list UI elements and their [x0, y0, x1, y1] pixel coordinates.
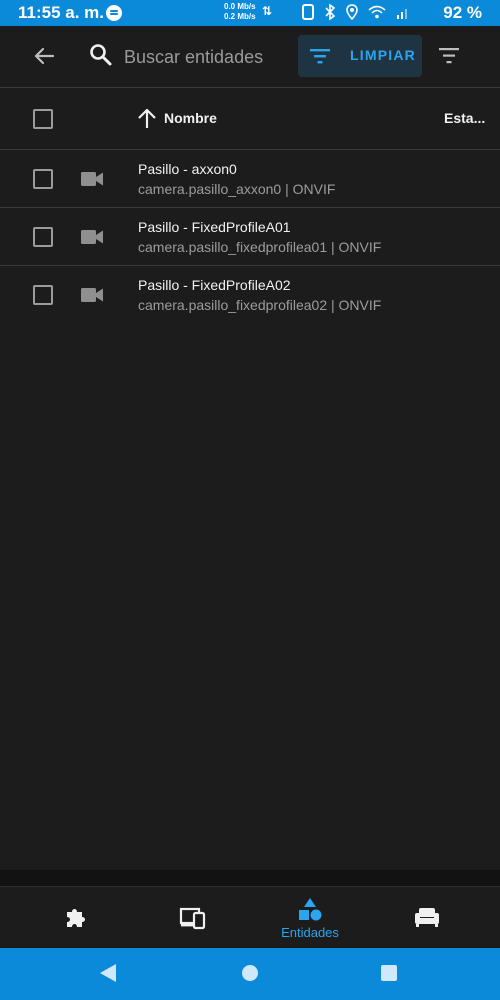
row-checkbox[interactable] — [33, 285, 53, 305]
puzzle-icon — [67, 909, 85, 927]
column-header-state[interactable]: Esta... — [444, 110, 485, 126]
panel-bottom-edge — [0, 870, 500, 886]
camera-icon — [81, 288, 103, 302]
wifi-icon — [368, 5, 386, 19]
camera-icon — [81, 230, 103, 244]
entity-id: camera.pasillo_fixedprofilea01 | ONVIF — [138, 239, 382, 255]
network-speed-up: 0.2 Mb/s — [224, 12, 256, 21]
battery-level: 92 % — [443, 3, 482, 22]
status-bar: 11:55 a. m. 0.0 Mb/s 0.2 Mb/s ⇅ 92 % — [0, 0, 500, 26]
clear-filters-button[interactable]: LIMPIAR — [298, 35, 422, 77]
search-icon — [90, 44, 112, 66]
network-speed-down: 0.0 Mb/s — [224, 2, 256, 11]
system-home-icon[interactable] — [242, 965, 258, 981]
filter-icon — [310, 49, 330, 64]
top-toolbar: LIMPIAR — [0, 26, 500, 86]
sofa-icon — [415, 908, 439, 927]
clear-filters-label: LIMPIAR — [350, 47, 416, 63]
sort-ascending-icon[interactable] — [136, 108, 158, 130]
nav-label-entities: Entidades — [281, 925, 339, 940]
nav-item-devices[interactable] — [152, 887, 232, 949]
network-speed: 0.0 Mb/s 0.2 Mb/s — [224, 2, 256, 22]
entity-name: Pasillo - FixedProfileA02 — [138, 277, 291, 293]
table-header: Nombre Esta... — [0, 88, 500, 149]
table-row[interactable]: Pasillo - FixedProfileA01 camera.pasillo… — [0, 208, 500, 266]
table-row[interactable]: Pasillo - FixedProfileA02 camera.pasillo… — [0, 266, 500, 324]
search-input[interactable] — [122, 42, 286, 72]
nav-item-integrations[interactable] — [36, 887, 116, 949]
column-header-name[interactable]: Nombre — [164, 110, 217, 126]
spotify-icon — [106, 5, 122, 21]
row-checkbox[interactable] — [33, 227, 53, 247]
entity-id: camera.pasillo_fixedprofilea02 | ONVIF — [138, 297, 382, 313]
data-transfer-icon: ⇅ — [262, 4, 273, 18]
nav-item-entities[interactable]: Entidades — [270, 887, 350, 949]
status-time: 11:55 a. m. — [18, 3, 105, 22]
nav-item-areas[interactable] — [386, 887, 466, 949]
status-icons — [302, 4, 410, 20]
signal-icon — [397, 9, 407, 19]
shapes-icon — [299, 898, 322, 921]
location-icon — [346, 4, 358, 20]
filter-icon[interactable] — [436, 43, 462, 69]
devices-icon — [179, 907, 206, 930]
select-all-checkbox[interactable] — [33, 109, 53, 129]
table-row[interactable]: Pasillo - axxon0 camera.pasillo_axxon0 |… — [0, 150, 500, 208]
phone-vibrate-icon — [302, 4, 314, 20]
camera-icon — [81, 172, 103, 186]
row-checkbox[interactable] — [33, 169, 53, 189]
entity-id: camera.pasillo_axxon0 | ONVIF — [138, 181, 336, 197]
entity-name: Pasillo - axxon0 — [138, 161, 237, 177]
system-navigation-bar — [0, 948, 500, 1000]
bluetooth-icon — [325, 4, 336, 20]
entity-name: Pasillo - FixedProfileA01 — [138, 219, 291, 235]
bottom-navigation: Entidades — [0, 886, 500, 949]
system-recents-icon[interactable] — [381, 965, 397, 981]
back-arrow-icon[interactable] — [28, 40, 60, 72]
system-back-icon[interactable] — [100, 964, 116, 982]
